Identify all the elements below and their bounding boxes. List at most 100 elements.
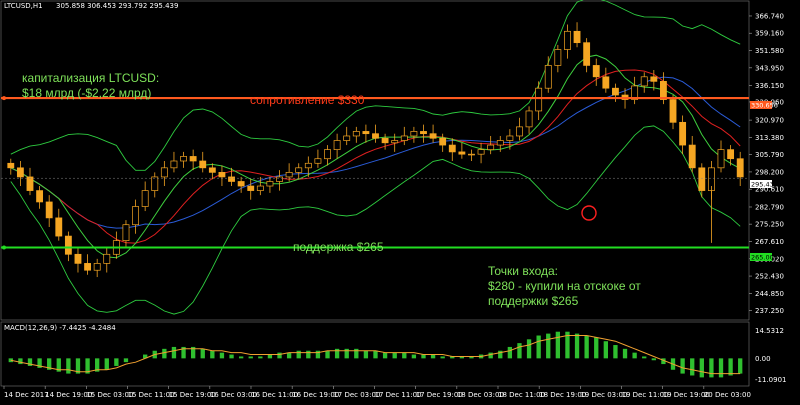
ohlc-readout: 305.858 306.453 293.792 295.439 bbox=[56, 2, 178, 10]
y-tick-label: 252.430 bbox=[755, 273, 784, 281]
candle-body bbox=[592, 65, 600, 78]
candle-body bbox=[477, 149, 485, 155]
candle-body bbox=[612, 87, 619, 96]
entry-annotation-line2: $280 - купили на отскоке от bbox=[488, 279, 641, 293]
x-tick-label: 15 Dec 19:00 bbox=[169, 391, 216, 399]
cap-annotation-line2: $18 млрд (-$2,22 млрд) bbox=[22, 86, 151, 100]
candle-body bbox=[391, 140, 399, 144]
x-tick-label: 20 Dec 03:00 bbox=[704, 391, 751, 399]
candle-body bbox=[506, 135, 514, 141]
macd-header: MACD(12,26,9) -7.4425 -4.2484 bbox=[4, 324, 116, 332]
candle-body bbox=[727, 149, 735, 160]
x-tick-label: 17 Dec 03:00 bbox=[333, 391, 380, 399]
candle-body bbox=[496, 140, 504, 146]
candle-body bbox=[170, 160, 178, 169]
candle-body bbox=[458, 151, 466, 155]
candle-body bbox=[602, 76, 610, 89]
candle-body bbox=[160, 167, 168, 178]
candle-body bbox=[122, 224, 130, 241]
x-tick-label: 17 Dec 11:00 bbox=[375, 391, 422, 399]
resistance-anchor bbox=[2, 96, 6, 101]
candle-body bbox=[736, 158, 744, 178]
candle-body bbox=[304, 162, 312, 169]
candle-body bbox=[26, 176, 34, 191]
chart-root: 14.5312 0.00 -11.0901 366.740 359.160 351.58… bbox=[0, 0, 800, 405]
candle-body bbox=[669, 99, 677, 123]
x-tick-label: 18 Dec 03:00 bbox=[457, 391, 504, 399]
candle-body bbox=[650, 76, 658, 82]
symbol-label: LTCUSD,H1 bbox=[4, 2, 43, 10]
support-price-tag: 265.003 bbox=[750, 253, 778, 262]
candle-body bbox=[525, 110, 533, 128]
y-tick-label: 244.850 bbox=[755, 290, 784, 298]
resistance-annotation: сопротивление $330 bbox=[250, 93, 365, 107]
candle-body bbox=[285, 172, 293, 178]
macd-tick-label: 0.00 bbox=[755, 355, 771, 363]
candle-body bbox=[640, 76, 648, 87]
entry-annotation-line3: поддержки $265 bbox=[488, 294, 579, 308]
candle-body bbox=[189, 156, 197, 162]
candle-body bbox=[266, 181, 274, 187]
support-annotation: поддержка $265 bbox=[293, 240, 384, 254]
candle-body bbox=[276, 176, 283, 182]
candle-body bbox=[74, 253, 82, 264]
candle-body bbox=[448, 144, 456, 153]
candle-body bbox=[103, 253, 111, 264]
y-tick-label: 351.580 bbox=[755, 47, 784, 55]
chart-svg: 14.5312 0.00 -11.0901 366.740 359.160 351.58… bbox=[0, 0, 800, 405]
candle-body bbox=[247, 185, 255, 191]
candle-body bbox=[324, 149, 331, 160]
candle-body bbox=[660, 81, 667, 100]
candle-body bbox=[429, 133, 437, 139]
y-tick-label: 237.250 bbox=[755, 307, 784, 315]
candle-body bbox=[16, 167, 24, 178]
candle-body bbox=[93, 263, 101, 271]
candle-body bbox=[410, 131, 418, 137]
candle-body bbox=[554, 49, 562, 66]
candle-body bbox=[208, 167, 216, 173]
y-tick-label: 267.610 bbox=[755, 238, 784, 246]
candle-body bbox=[381, 137, 389, 144]
candle-body bbox=[218, 172, 226, 178]
candle-body bbox=[141, 190, 149, 207]
x-tick-label: 18 Dec 19:00 bbox=[539, 391, 586, 399]
candle-body bbox=[36, 190, 44, 203]
candle-body bbox=[45, 201, 53, 219]
candle-body bbox=[228, 176, 235, 182]
candle-body bbox=[688, 144, 696, 169]
current-price-tag: 295.439 bbox=[750, 180, 778, 189]
support-anchor bbox=[2, 245, 6, 250]
x-tick-label: 19 Dec 11:00 bbox=[622, 391, 669, 399]
candle-body bbox=[564, 30, 571, 50]
resistance-price-tag: 330.656 bbox=[750, 101, 778, 110]
candle-body bbox=[698, 167, 706, 191]
candle-body bbox=[199, 160, 207, 169]
x-tick-label: 16 Dec 03:00 bbox=[210, 391, 257, 399]
candle-body bbox=[468, 153, 475, 156]
candle-body bbox=[573, 30, 581, 44]
y-tick-label: 275.250 bbox=[755, 221, 784, 229]
candle-body bbox=[583, 42, 591, 66]
x-tick-label: 14 Dec 19:00 bbox=[45, 391, 92, 399]
x-tick-label: 16 Dec 11:00 bbox=[251, 391, 298, 399]
candle-body bbox=[55, 217, 63, 237]
candle-body bbox=[679, 121, 687, 146]
chart-background bbox=[0, 0, 800, 405]
candle-body bbox=[64, 235, 72, 255]
candle-body bbox=[372, 133, 379, 139]
candle-body bbox=[487, 144, 495, 150]
x-tick-label: 19 Dec 19:00 bbox=[663, 391, 710, 399]
x-tick-label: 15 Dec 11:00 bbox=[128, 391, 175, 399]
candle-body bbox=[400, 135, 408, 141]
candle-body bbox=[132, 206, 139, 226]
candle-body bbox=[343, 135, 351, 141]
y-tick-label: 336.150 bbox=[755, 82, 784, 90]
y-tick-label: 359.160 bbox=[755, 30, 784, 38]
candle-body bbox=[544, 65, 552, 89]
candle-body bbox=[362, 131, 370, 135]
macd-tick-label: 14.5312 bbox=[755, 327, 784, 335]
candle-body bbox=[516, 126, 523, 137]
candle-body bbox=[314, 158, 322, 164]
x-tick-label: 15 Dec 03:00 bbox=[86, 391, 133, 399]
y-tick-label: 305.790 bbox=[755, 151, 784, 159]
